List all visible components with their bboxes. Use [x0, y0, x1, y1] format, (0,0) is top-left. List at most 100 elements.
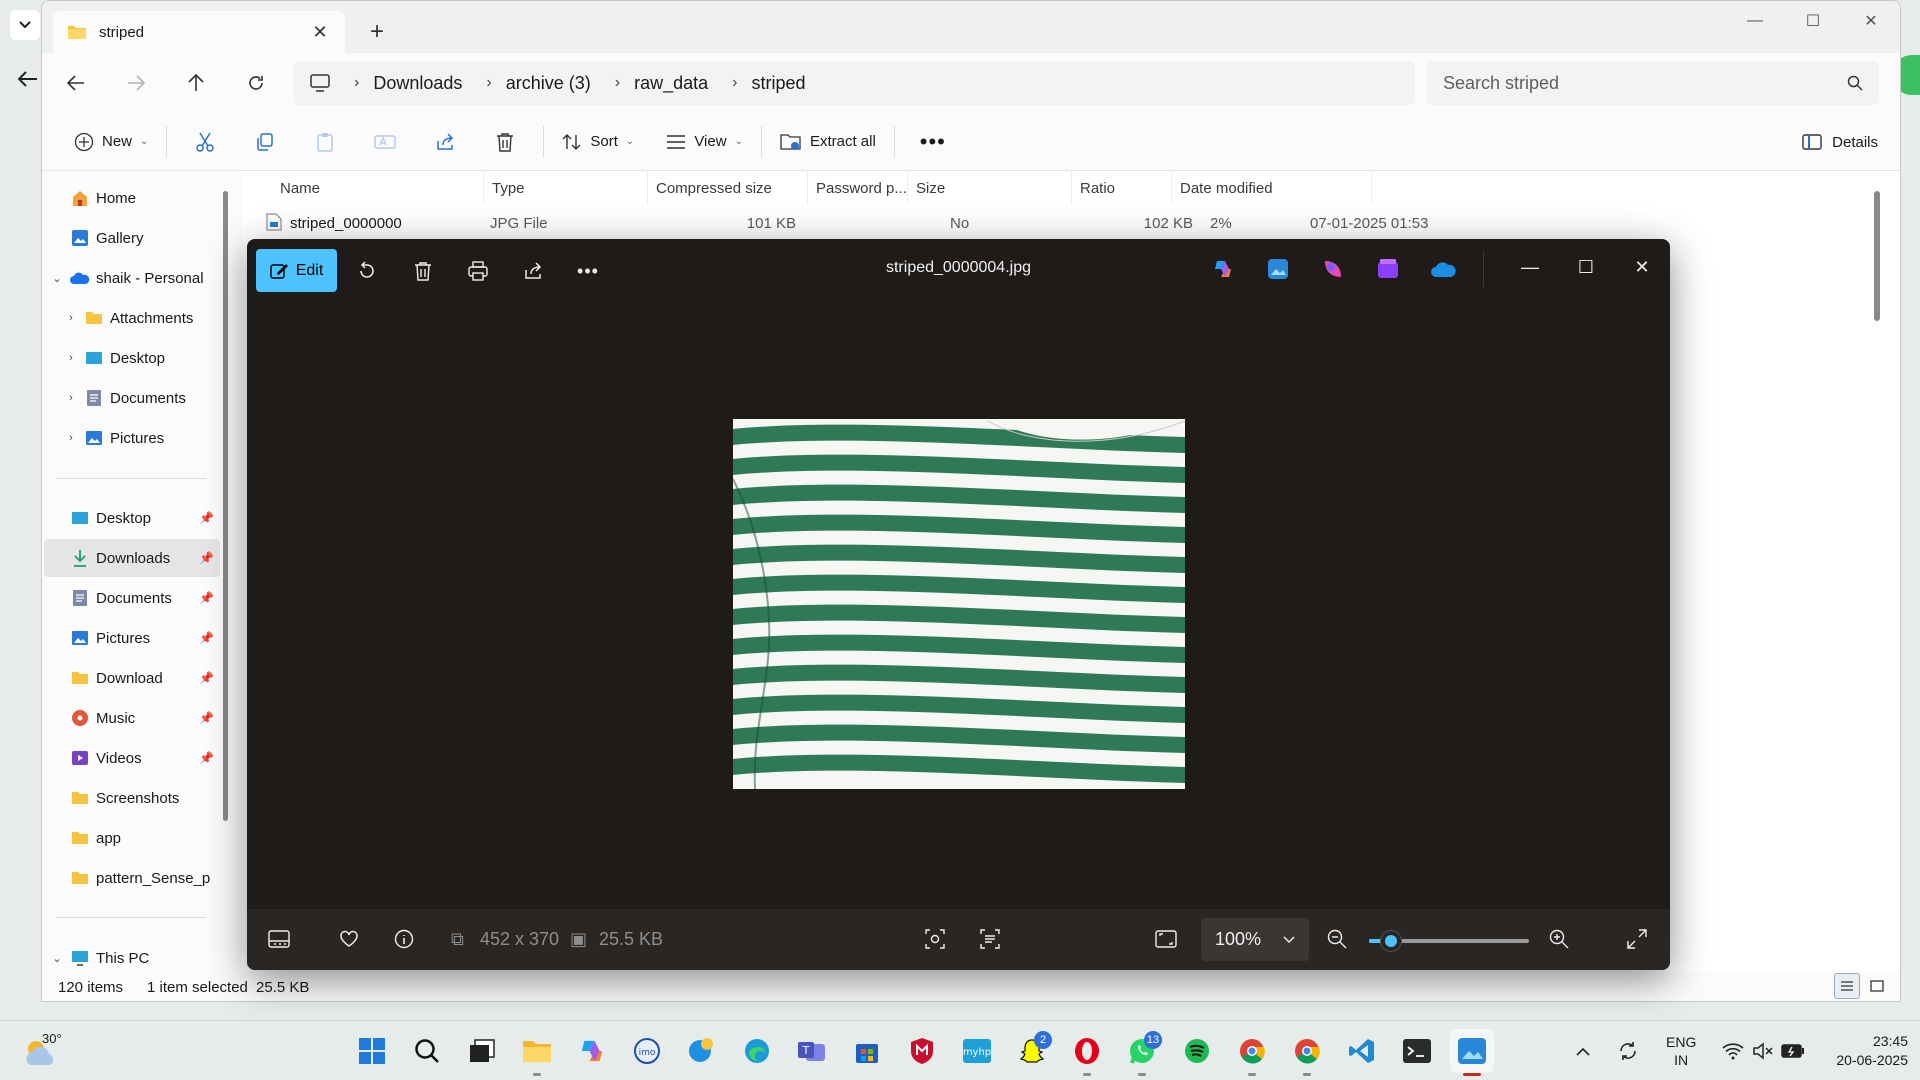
sidebar-item-screenshots[interactable]: Screenshots	[44, 779, 220, 817]
share-button[interactable]	[425, 122, 465, 162]
edit-button[interactable]: Edit	[256, 249, 337, 292]
breadcrumb-item-downloads[interactable]: Downloads	[373, 73, 462, 94]
copilot-icon[interactable]	[1207, 253, 1239, 285]
taskbar-file-explorer[interactable]	[515, 1029, 559, 1076]
more-options-button[interactable]: •••	[568, 251, 608, 291]
taskbar-weather-app[interactable]	[680, 1029, 724, 1073]
taskbar-edge[interactable]	[735, 1029, 779, 1073]
pin-icon[interactable]: 📌	[199, 591, 214, 605]
forward-button[interactable]	[116, 65, 156, 101]
zoom-dropdown[interactable]: 100%	[1201, 918, 1309, 961]
taskbar-snapchat[interactable]: 2	[1010, 1029, 1054, 1073]
pin-icon[interactable]: 📌	[199, 671, 214, 685]
sidebar-item-download[interactable]: Download 📌	[44, 659, 220, 697]
nav-scrollbar[interactable]	[223, 191, 228, 821]
zoom-slider-thumb[interactable]	[1381, 931, 1402, 951]
taskbar-opera[interactable]	[1065, 1029, 1109, 1076]
close-button[interactable]: ✕	[1842, 1, 1900, 41]
taskbar-store[interactable]	[845, 1029, 889, 1073]
maximize-button[interactable]: ☐	[1784, 1, 1842, 41]
onedrive-icon[interactable]	[1427, 253, 1459, 285]
taskbar-terminal[interactable]	[1395, 1029, 1439, 1073]
new-button[interactable]: New ⌄	[64, 122, 158, 162]
designer-icon[interactable]	[1317, 253, 1349, 285]
column-header-ratio[interactable]: Ratio	[1072, 171, 1172, 205]
chevron-right-icon[interactable]: ›	[58, 352, 84, 364]
sidebar-item-desktop[interactable]: Desktop 📌	[44, 499, 220, 537]
tab-list-button[interactable]	[10, 10, 40, 40]
content-scrollbar[interactable]	[1874, 191, 1880, 321]
sidebar-item-pattern-sense[interactable]: pattern_Sense_p	[44, 859, 220, 897]
column-header-compressed-size[interactable]: Compressed size	[648, 171, 808, 205]
refresh-button[interactable]	[236, 65, 276, 101]
close-tab-icon[interactable]: ✕	[309, 21, 331, 43]
taskbar-imo[interactable]: imo	[625, 1029, 669, 1073]
back-button[interactable]	[56, 65, 96, 101]
minimize-button[interactable]: —	[1726, 1, 1784, 41]
taskbar-teams[interactable]: T	[790, 1029, 834, 1073]
zoom-out-button[interactable]	[1317, 919, 1357, 959]
search-button[interactable]	[405, 1029, 449, 1073]
tiles-view-icon[interactable]	[1864, 973, 1890, 999]
sync-status-button[interactable]	[1610, 1029, 1646, 1073]
sidebar-item-downloads[interactable]: Downloads 📌	[44, 539, 220, 577]
show-hidden-icons-button[interactable]	[1568, 1029, 1598, 1073]
zoom-slider[interactable]	[1369, 931, 1529, 951]
pin-icon[interactable]: 📌	[199, 631, 214, 645]
share-photo-button[interactable]	[513, 251, 553, 291]
print-button[interactable]	[458, 251, 498, 291]
zoom-in-button[interactable]	[1539, 919, 1579, 959]
breadcrumb-item-striped[interactable]: striped	[751, 73, 805, 94]
chevron-right-icon[interactable]: ›	[58, 312, 84, 324]
sidebar-item-onedrive-desktop[interactable]: › Desktop	[58, 339, 234, 377]
visual-search-button[interactable]	[915, 919, 955, 959]
more-options-button[interactable]: •••	[913, 122, 953, 162]
column-header-name[interactable]: Name	[272, 171, 484, 205]
start-button[interactable]	[350, 1029, 394, 1073]
weather-widget[interactable]: 30°	[18, 1027, 74, 1075]
breadcrumb[interactable]: › Downloads › archive (3) › raw_data › s…	[294, 61, 1415, 105]
volume-status[interactable]	[1748, 1029, 1778, 1073]
taskbar-copilot[interactable]	[570, 1029, 614, 1073]
sort-button[interactable]: Sort ⌄	[552, 122, 644, 162]
taskbar-vscode[interactable]	[1340, 1029, 1384, 1073]
column-header-type[interactable]: Type	[484, 171, 648, 205]
breadcrumb-item-archive[interactable]: archive (3)	[506, 73, 591, 94]
scan-text-button[interactable]	[970, 919, 1010, 959]
sidebar-item-music[interactable]: Music 📌	[44, 699, 220, 737]
paste-button[interactable]	[305, 122, 345, 162]
chevron-right-icon[interactable]: ›	[58, 432, 84, 444]
rename-button[interactable]	[365, 122, 405, 162]
sidebar-item-onedrive[interactable]: ⌄ shaik - Personal	[44, 259, 220, 297]
sidebar-item-documents[interactable]: Documents 📌	[44, 579, 220, 617]
full-screen-button[interactable]	[1617, 919, 1657, 959]
taskbar-spotify[interactable]	[1175, 1029, 1219, 1073]
filmstrip-button[interactable]	[259, 919, 299, 959]
chevron-down-icon[interactable]: ⌄	[44, 952, 70, 965]
delete-photo-button[interactable]	[403, 251, 443, 291]
close-button[interactable]: ✕	[1614, 239, 1670, 295]
rotate-button[interactable]	[347, 251, 387, 291]
up-button[interactable]	[176, 65, 216, 101]
taskbar-mcafee[interactable]	[900, 1029, 944, 1073]
favorite-button[interactable]	[329, 919, 369, 959]
search-input[interactable]: Search striped	[1427, 61, 1879, 105]
sidebar-item-onedrive-pictures[interactable]: › Pictures	[58, 419, 234, 457]
sidebar-item-home[interactable]: Home	[44, 179, 220, 217]
details-view-icon[interactable]	[1834, 973, 1860, 999]
info-button[interactable]	[384, 919, 424, 959]
taskbar-chrome-profile-2[interactable]	[1285, 1029, 1329, 1076]
taskbar-chrome-profile-1[interactable]	[1230, 1029, 1274, 1076]
chevron-right-icon[interactable]: ›	[58, 392, 84, 404]
photos-app-icon[interactable]	[1262, 253, 1294, 285]
fit-to-window-button[interactable]	[1146, 919, 1186, 959]
clock[interactable]: 23:45 20-06-2025	[1836, 1032, 1908, 1070]
breadcrumb-item-raw-data[interactable]: raw_data	[634, 73, 708, 94]
battery-status[interactable]	[1778, 1029, 1808, 1073]
taskbar-myhp[interactable]: myhp	[955, 1029, 999, 1073]
wifi-status[interactable]	[1718, 1029, 1748, 1073]
sidebar-item-attachments[interactable]: › Attachments	[58, 299, 234, 337]
explorer-tab[interactable]: striped ✕	[53, 11, 345, 53]
column-header-size[interactable]: Size	[908, 171, 1072, 205]
pin-icon[interactable]: 📌	[199, 751, 214, 765]
